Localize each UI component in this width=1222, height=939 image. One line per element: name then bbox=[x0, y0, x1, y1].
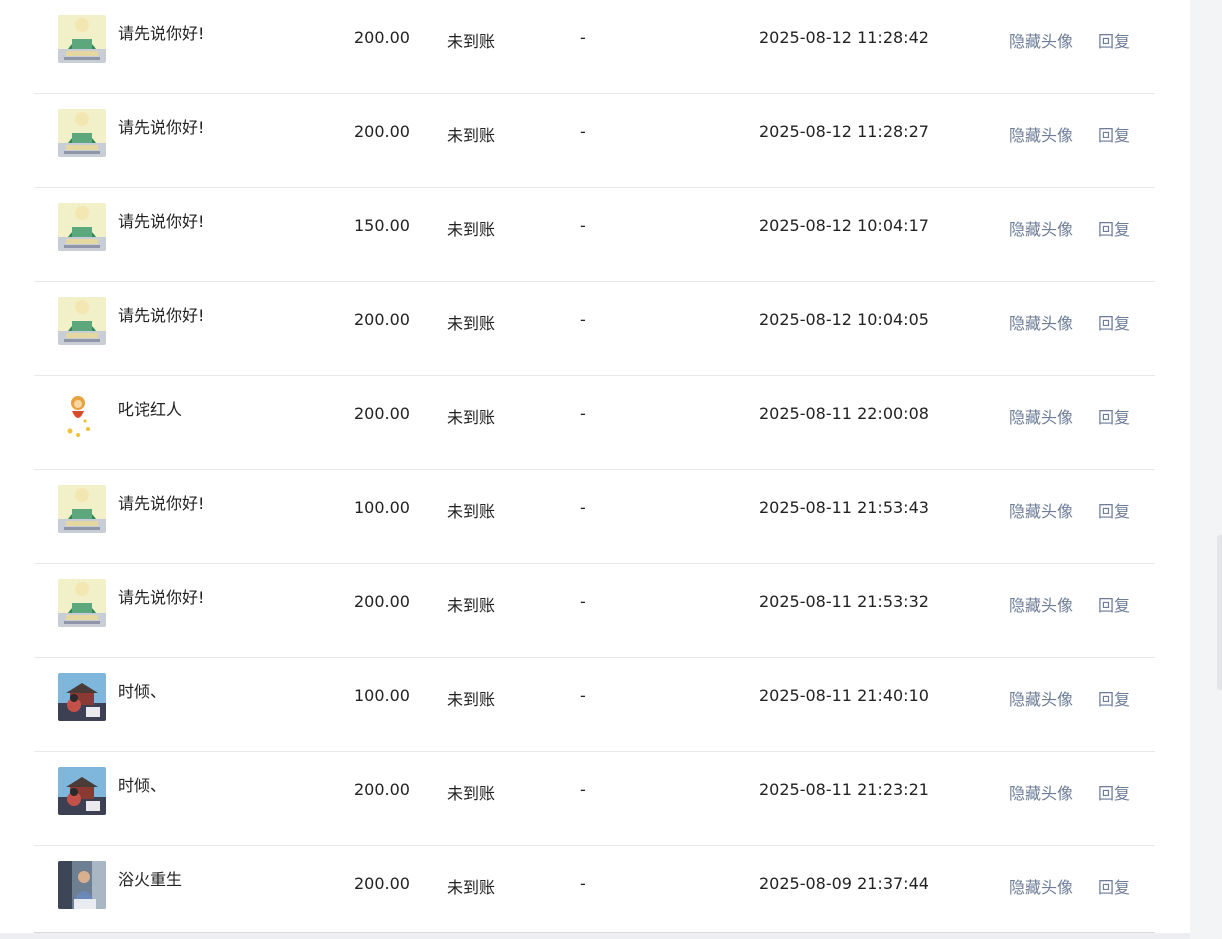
donation-time: 2025-08-11 21:23:21 bbox=[759, 780, 929, 799]
donor-name: 请先说你好! bbox=[118, 494, 205, 513]
reply-button[interactable]: 回复 bbox=[1098, 310, 1130, 334]
payment-status: 未到账 bbox=[447, 220, 496, 239]
hide-avatar-button[interactable]: 隐藏头像 bbox=[1009, 404, 1073, 428]
donation-time: 2025-08-12 10:04:05 bbox=[759, 310, 929, 329]
table-row: 时倾、 100.00 未到账 - 2025-08-11 21:40:10 隐藏头… bbox=[34, 658, 1155, 752]
remark: - bbox=[580, 874, 586, 893]
reply-button[interactable]: 回复 bbox=[1098, 592, 1130, 616]
horizontal-scrollbar[interactable] bbox=[0, 933, 1222, 939]
hide-avatar-button[interactable]: 隐藏头像 bbox=[1009, 310, 1073, 334]
payment-status: 未到账 bbox=[447, 32, 496, 51]
green-figure-avatar bbox=[58, 485, 106, 533]
hide-avatar-button[interactable]: 隐藏头像 bbox=[1009, 122, 1073, 146]
green-figure-avatar bbox=[58, 297, 106, 345]
table-row: 请先说你好! 200.00 未到账 - 2025-08-12 10:04:05 … bbox=[34, 282, 1155, 376]
donation-amount: 100.00 bbox=[354, 498, 410, 517]
donation-time: 2025-08-12 10:04:17 bbox=[759, 216, 929, 235]
reply-button[interactable]: 回复 bbox=[1098, 874, 1130, 898]
payment-status: 未到账 bbox=[447, 502, 496, 521]
donation-time: 2025-08-11 21:53:43 bbox=[759, 498, 929, 517]
temple-photo-avatar bbox=[58, 767, 106, 815]
green-figure-avatar bbox=[58, 109, 106, 157]
reply-button[interactable]: 回复 bbox=[1098, 28, 1130, 52]
donation-amount: 200.00 bbox=[354, 874, 410, 893]
green-figure-avatar bbox=[58, 579, 106, 627]
green-figure-avatar bbox=[58, 15, 106, 63]
donor-name: 请先说你好! bbox=[118, 306, 205, 325]
payment-status: 未到账 bbox=[447, 408, 496, 427]
donation-amount: 100.00 bbox=[354, 686, 410, 705]
remark: - bbox=[580, 686, 586, 705]
donation-amount: 200.00 bbox=[354, 310, 410, 329]
hide-avatar-button[interactable]: 隐藏头像 bbox=[1009, 28, 1073, 52]
table-row: 请先说你好! 200.00 未到账 - 2025-08-11 21:53:32 … bbox=[34, 564, 1155, 658]
payment-status: 未到账 bbox=[447, 690, 496, 709]
table-row: 请先说你好! 200.00 未到账 - 2025-08-12 11:28:27 … bbox=[34, 94, 1155, 188]
hide-avatar-button[interactable]: 隐藏头像 bbox=[1009, 498, 1073, 522]
donation-time: 2025-08-11 21:40:10 bbox=[759, 686, 929, 705]
hide-avatar-button[interactable]: 隐藏头像 bbox=[1009, 780, 1073, 804]
donor-name: 时倾、 bbox=[118, 682, 167, 701]
reply-button[interactable]: 回复 bbox=[1098, 404, 1130, 428]
donation-amount: 200.00 bbox=[354, 122, 410, 141]
payment-status: 未到账 bbox=[447, 314, 496, 333]
donation-amount: 200.00 bbox=[354, 404, 410, 423]
donation-time: 2025-08-11 22:00:08 bbox=[759, 404, 929, 423]
reply-button[interactable]: 回复 bbox=[1098, 686, 1130, 710]
remark: - bbox=[580, 780, 586, 799]
donation-list-page: 请先说你好! 200.00 未到账 - 2025-08-12 11:28:42 … bbox=[0, 0, 1222, 939]
remark: - bbox=[580, 28, 586, 47]
hide-avatar-button[interactable]: 隐藏头像 bbox=[1009, 216, 1073, 240]
table-row: 请先说你好! 200.00 未到账 - 2025-08-12 11:28:42 … bbox=[34, 0, 1155, 94]
monkey-cartoon-avatar bbox=[58, 391, 106, 439]
donor-name: 请先说你好! bbox=[118, 24, 205, 43]
remark: - bbox=[580, 498, 586, 517]
reply-button[interactable]: 回复 bbox=[1098, 216, 1130, 240]
remark: - bbox=[580, 592, 586, 611]
hide-avatar-button[interactable]: 隐藏头像 bbox=[1009, 874, 1073, 898]
donation-time: 2025-08-09 21:37:44 bbox=[759, 874, 929, 893]
reply-button[interactable]: 回复 bbox=[1098, 780, 1130, 804]
table-row: 请先说你好! 100.00 未到账 - 2025-08-11 21:53:43 … bbox=[34, 470, 1155, 564]
temple-photo-avatar bbox=[58, 673, 106, 721]
donor-name: 请先说你好! bbox=[118, 118, 205, 137]
green-figure-avatar bbox=[58, 203, 106, 251]
remark: - bbox=[580, 404, 586, 423]
remark: - bbox=[580, 216, 586, 235]
remark: - bbox=[580, 310, 586, 329]
donor-name: 请先说你好! bbox=[118, 212, 205, 231]
donation-time: 2025-08-12 11:28:42 bbox=[759, 28, 929, 47]
donor-name: 请先说你好! bbox=[118, 588, 205, 607]
donation-table: 请先说你好! 200.00 未到账 - 2025-08-12 11:28:42 … bbox=[34, 0, 1155, 939]
reply-button[interactable]: 回复 bbox=[1098, 122, 1130, 146]
table-row: 请先说你好! 150.00 未到账 - 2025-08-12 10:04:17 … bbox=[34, 188, 1155, 282]
donation-amount: 150.00 bbox=[354, 216, 410, 235]
payment-status: 未到账 bbox=[447, 878, 496, 897]
hide-avatar-button[interactable]: 隐藏头像 bbox=[1009, 686, 1073, 710]
donation-amount: 200.00 bbox=[354, 28, 410, 47]
donor-name: 浴火重生 bbox=[118, 870, 183, 889]
vertical-scrollbar-thumb[interactable] bbox=[1217, 535, 1222, 690]
table-row: 时倾、 200.00 未到账 - 2025-08-11 21:23:21 隐藏头… bbox=[34, 752, 1155, 846]
table-row: 叱诧红人 200.00 未到账 - 2025-08-11 22:00:08 隐藏… bbox=[34, 376, 1155, 470]
donation-amount: 200.00 bbox=[354, 592, 410, 611]
payment-status: 未到账 bbox=[447, 784, 496, 803]
payment-status: 未到账 bbox=[447, 596, 496, 615]
hide-avatar-button[interactable]: 隐藏头像 bbox=[1009, 592, 1073, 616]
donation-amount: 200.00 bbox=[354, 780, 410, 799]
donation-time: 2025-08-11 21:53:32 bbox=[759, 592, 929, 611]
donor-name: 叱诧红人 bbox=[118, 400, 183, 419]
vertical-scrollbar-track[interactable] bbox=[1190, 0, 1222, 939]
remark: - bbox=[580, 122, 586, 141]
table-row: 浴火重生 200.00 未到账 - 2025-08-09 21:37:44 隐藏… bbox=[34, 846, 1155, 939]
donation-time: 2025-08-12 11:28:27 bbox=[759, 122, 929, 141]
person-photo-avatar bbox=[58, 861, 106, 909]
payment-status: 未到账 bbox=[447, 126, 496, 145]
donor-name: 时倾、 bbox=[118, 776, 167, 795]
reply-button[interactable]: 回复 bbox=[1098, 498, 1130, 522]
